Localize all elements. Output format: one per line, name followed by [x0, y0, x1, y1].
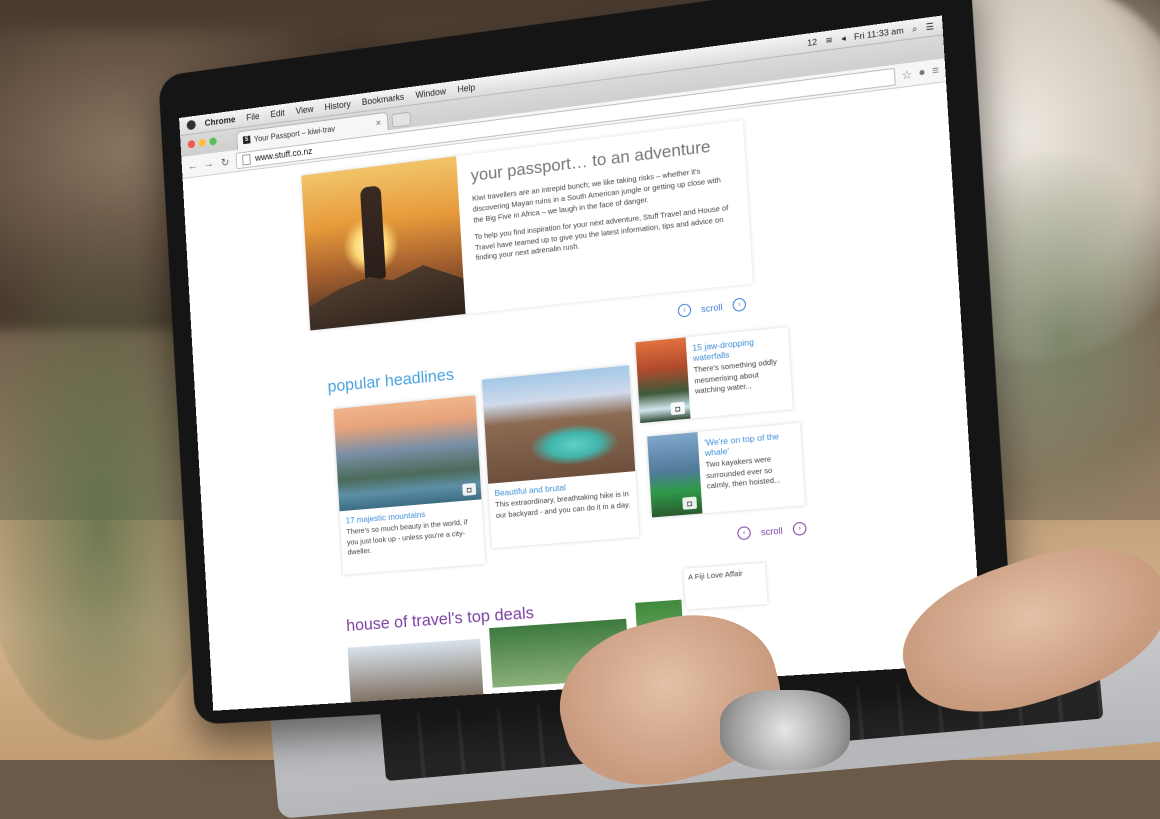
battery-level[interactable]: 12 — [807, 36, 817, 48]
scroll-label[interactable]: scroll — [701, 301, 723, 313]
card-image-waterfall: ◘ — [635, 337, 690, 423]
deal-card-text: A Fiji Love Affair — [688, 569, 743, 582]
menu-window[interactable]: Window — [415, 86, 446, 100]
window-controls — [188, 137, 217, 148]
card-text: 15 jaw-dropping waterfalls There's somet… — [686, 327, 793, 418]
menu-help[interactable]: Help — [457, 82, 475, 94]
laptop-screen: Chrome File Edit View History Bookmarks … — [179, 16, 983, 711]
new-tab-button[interactable] — [391, 112, 411, 128]
list-icon[interactable]: ☰ — [925, 20, 934, 33]
headline-card[interactable]: ◘ 15 jaw-dropping waterfalls There's som… — [635, 327, 792, 423]
page-icon — [242, 153, 251, 165]
bookmark-star-icon[interactable]: ☆ — [901, 67, 912, 82]
scroll-control-deals: ‹ scroll › — [737, 522, 807, 541]
card-image-kayaker: ◘ — [647, 432, 702, 517]
scroll-label[interactable]: scroll — [761, 525, 783, 537]
stuff-favicon-icon: S — [243, 136, 251, 145]
back-arrow-icon[interactable]: ← — [187, 160, 198, 173]
chrome-menu-icon[interactable]: ≡ — [932, 64, 940, 77]
camera-icon: ◘ — [682, 497, 697, 510]
clock[interactable]: Fri 11:33 am — [854, 25, 904, 42]
menu-edit[interactable]: Edit — [270, 108, 285, 120]
extension-icon[interactable]: ● — [918, 66, 926, 79]
forward-arrow-icon[interactable]: → — [203, 158, 214, 171]
scroll-control-popular: ‹ scroll › — [678, 297, 747, 317]
menu-bookmarks[interactable]: Bookmarks — [362, 92, 405, 107]
search-icon[interactable]: ⌕ — [912, 23, 918, 35]
minimize-window-button[interactable] — [198, 139, 206, 148]
web-page: your passport… to an adventure Kiwi trav… — [183, 82, 982, 693]
hero-text: your passport… to an adventure Kiwi trav… — [456, 120, 753, 314]
camera-icon: ◘ — [462, 483, 476, 496]
headline-card[interactable]: ◘ 'We're on top of the whale' Two kayake… — [647, 423, 805, 518]
popular-headlines-heading: popular headlines — [327, 365, 454, 397]
scroll-right-icon[interactable]: › — [732, 297, 746, 312]
wifi-icon[interactable]: ≋ — [825, 34, 833, 46]
hero-image-hiker — [301, 156, 465, 330]
menu-file[interactable]: File — [246, 111, 260, 122]
reload-icon[interactable]: ↻ — [219, 155, 231, 169]
camera-icon: ◘ — [670, 402, 685, 415]
headline-card[interactable]: ◘ 17 majestic mountains There's so much … — [334, 395, 486, 574]
close-window-button[interactable] — [188, 140, 196, 149]
card-description: Two kayakers were surrounded ever so cal… — [699, 452, 804, 499]
wristwatch — [720, 690, 850, 770]
zoom-window-button[interactable] — [209, 137, 217, 146]
menu-view[interactable]: View — [295, 104, 313, 116]
card-image-emerald-lakes — [482, 365, 635, 483]
deal-card[interactable]: A Fiji Love Affair — [684, 563, 768, 610]
menu-app-name[interactable]: Chrome — [204, 114, 235, 128]
menu-history[interactable]: History — [324, 99, 351, 112]
address-url: www.stuff.co.nz — [255, 146, 313, 163]
close-tab-icon[interactable]: ✕ — [375, 118, 382, 128]
scroll-right-icon[interactable]: › — [793, 522, 807, 536]
apple-icon[interactable] — [186, 120, 196, 131]
scroll-left-icon[interactable]: ‹ — [737, 526, 751, 540]
scroll-left-icon[interactable]: ‹ — [678, 303, 692, 318]
hero-hiker — [360, 185, 386, 280]
volume-icon[interactable]: ◂ — [841, 32, 846, 44]
headline-card[interactable]: Beautiful and brutal This extraordinary,… — [482, 365, 639, 548]
card-text: 'We're on top of the whale' Two kayakers… — [697, 423, 804, 513]
card-image-mountains: ◘ — [334, 395, 482, 511]
